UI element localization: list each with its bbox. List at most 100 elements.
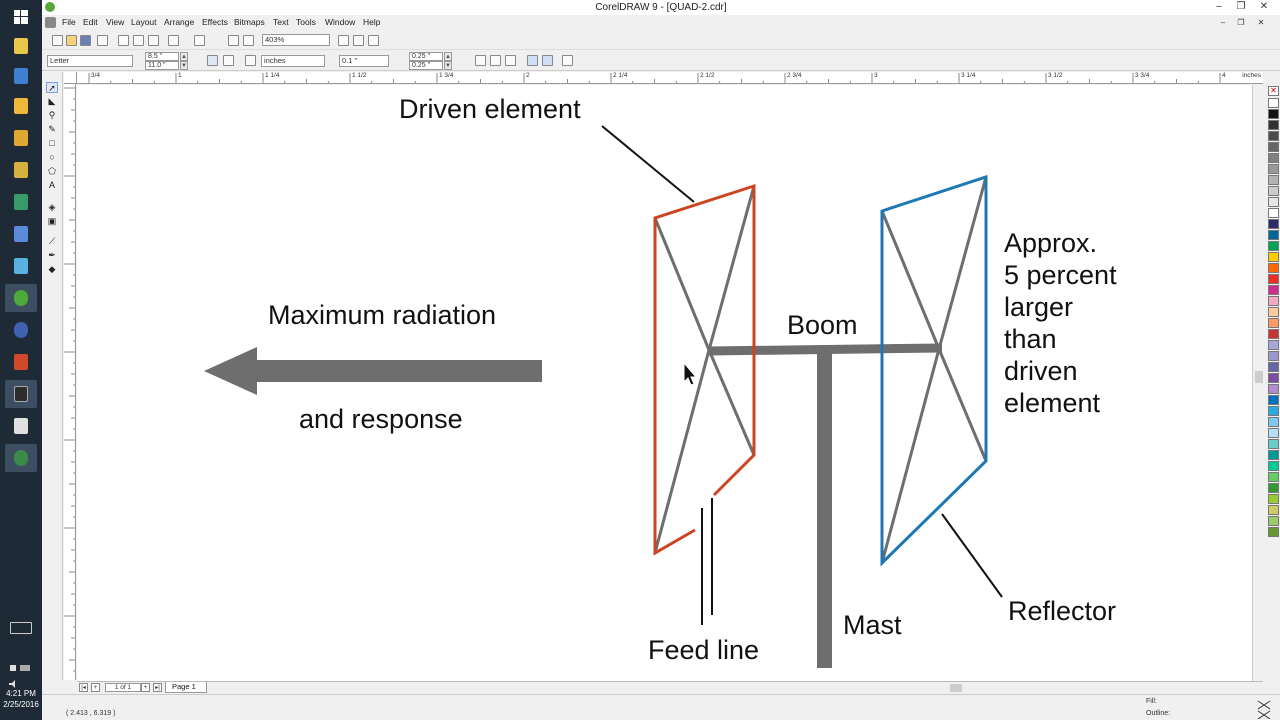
color-swatch[interactable] xyxy=(1268,219,1279,229)
color-swatch[interactable] xyxy=(1268,527,1279,537)
color-swatch[interactable] xyxy=(1268,417,1279,427)
last-page-button[interactable]: ▸| xyxy=(153,683,162,692)
portrait-icon[interactable] xyxy=(207,55,218,66)
treat-as-filled-icon[interactable] xyxy=(527,55,538,66)
transparency-tool-icon[interactable]: ▣ xyxy=(46,216,58,227)
color-swatch[interactable] xyxy=(1268,175,1279,185)
menu-layout[interactable]: Layout xyxy=(131,17,157,27)
taskbar-app-coreldraw[interactable] xyxy=(5,284,37,312)
close-button[interactable]: ✕ xyxy=(1254,1,1274,13)
color-swatch[interactable] xyxy=(1268,494,1279,504)
paper-size-select[interactable]: Letter xyxy=(47,55,133,67)
dup-y-spinner[interactable]: ▼ xyxy=(444,61,452,70)
driven-leader-line[interactable] xyxy=(601,125,695,203)
import-icon[interactable] xyxy=(228,35,239,46)
color-swatch[interactable] xyxy=(1268,153,1279,163)
cut-icon[interactable] xyxy=(118,35,129,46)
no-color-swatch[interactable]: ✕ xyxy=(1268,86,1279,96)
doc-minimize-button[interactable]: – xyxy=(1216,17,1230,29)
undo-icon[interactable] xyxy=(168,35,179,46)
reflector-label[interactable]: Reflector xyxy=(1008,595,1116,627)
menu-edit[interactable]: Edit xyxy=(83,17,98,27)
taskbar-app-3[interactable] xyxy=(5,92,37,120)
color-swatch[interactable] xyxy=(1268,461,1279,471)
menu-view[interactable]: View xyxy=(106,17,124,27)
keyboard-icon[interactable] xyxy=(10,622,32,634)
fill-tool-icon[interactable]: ◆ xyxy=(46,264,58,275)
freehand-tool-icon[interactable]: ✎ xyxy=(46,124,58,135)
taskbar-app-2[interactable] xyxy=(5,62,37,90)
taskbar-app-5[interactable] xyxy=(5,156,37,184)
new-icon[interactable] xyxy=(52,35,63,46)
start-button[interactable] xyxy=(5,3,37,31)
taskbar-app-11[interactable] xyxy=(5,348,37,376)
mast[interactable] xyxy=(817,353,832,668)
horizontal-scroll-thumb[interactable] xyxy=(950,684,962,692)
color-swatch[interactable] xyxy=(1268,483,1279,493)
feed-line-label[interactable]: Feed line xyxy=(648,634,759,666)
color-swatch[interactable] xyxy=(1268,351,1279,361)
print-icon[interactable] xyxy=(97,35,108,46)
color-swatch[interactable] xyxy=(1268,340,1279,350)
grid-snap-icon[interactable] xyxy=(475,55,486,66)
options-icon[interactable] xyxy=(562,55,573,66)
interactive-tool-icon[interactable]: ◈ xyxy=(46,202,58,213)
system-tray[interactable] xyxy=(8,660,34,671)
color-swatch[interactable] xyxy=(1268,450,1279,460)
units-icon[interactable] xyxy=(245,55,256,66)
taskbar-app-14[interactable] xyxy=(5,444,37,472)
reflector-wire[interactable] xyxy=(880,210,941,350)
zoom-tool-icon[interactable]: ⚲ xyxy=(46,110,58,121)
radiation-arrow[interactable] xyxy=(204,347,542,395)
color-swatch[interactable] xyxy=(1268,296,1279,306)
color-swatch[interactable] xyxy=(1268,373,1279,383)
menu-text[interactable]: Text xyxy=(273,17,289,27)
color-swatch[interactable] xyxy=(1268,230,1279,240)
outline-tool-icon[interactable]: ✒ xyxy=(46,250,58,261)
guidelines-snap-icon[interactable] xyxy=(490,55,501,66)
taskbar-app-10[interactable] xyxy=(5,316,37,344)
drawing-canvas[interactable]: Driven element Maximum radiation and res… xyxy=(77,85,1252,681)
color-swatch[interactable] xyxy=(1268,285,1279,295)
driven-element-wire[interactable] xyxy=(653,217,711,351)
horizontal-ruler[interactable]: 3/4 1 1 1/4 1 1/2 1 3/4 2 2 1/4 2 1/2 2 3/4 3 3 1/… xyxy=(77,72,1263,84)
width-spinner[interactable]: ▲ xyxy=(180,52,188,61)
maximum-radiation-label[interactable]: Maximum radiation xyxy=(268,299,496,331)
pick-tool-icon[interactable]: ➚ xyxy=(46,82,58,93)
color-swatch[interactable] xyxy=(1268,406,1279,416)
taskbar-app-8[interactable] xyxy=(5,252,37,280)
color-swatch[interactable] xyxy=(1268,516,1279,526)
open-icon[interactable] xyxy=(66,35,77,46)
color-swatch[interactable] xyxy=(1268,428,1279,438)
reflector-wire[interactable] xyxy=(880,348,941,564)
minimize-button[interactable]: – xyxy=(1209,1,1229,13)
paste-icon[interactable] xyxy=(148,35,159,46)
volume-icon[interactable] xyxy=(8,676,18,688)
zoom-tool-icon[interactable] xyxy=(338,35,349,46)
menu-help[interactable]: Help xyxy=(363,17,380,27)
color-swatch[interactable] xyxy=(1268,307,1279,317)
menu-window[interactable]: Window xyxy=(325,17,355,27)
driven-element-wire[interactable] xyxy=(707,185,756,351)
zoom-level-select[interactable]: 403% xyxy=(262,34,330,46)
height-spinner[interactable]: ▼ xyxy=(180,61,188,70)
color-swatch[interactable] xyxy=(1268,384,1279,394)
color-swatch[interactable] xyxy=(1268,252,1279,262)
shape-tool-icon[interactable]: ◣ xyxy=(46,96,58,107)
export-icon[interactable] xyxy=(243,35,254,46)
boom[interactable] xyxy=(708,343,943,356)
color-swatch[interactable] xyxy=(1268,318,1279,328)
objects-snap-icon[interactable] xyxy=(505,55,516,66)
add-page-before-button[interactable]: + xyxy=(91,683,100,692)
color-swatch[interactable] xyxy=(1268,439,1279,449)
vertical-scroll-thumb[interactable] xyxy=(1255,371,1263,383)
horizontal-scrollbar[interactable] xyxy=(667,683,1252,693)
color-swatch[interactable] xyxy=(1268,329,1279,339)
color-swatch[interactable] xyxy=(1268,274,1279,284)
color-swatch[interactable] xyxy=(1268,263,1279,273)
boom-label[interactable]: Boom xyxy=(787,309,858,341)
color-swatch[interactable] xyxy=(1268,197,1279,207)
color-swatch[interactable] xyxy=(1268,505,1279,515)
color-swatch[interactable] xyxy=(1268,120,1279,130)
eyedropper-tool-icon[interactable]: ⟋ xyxy=(46,236,58,247)
